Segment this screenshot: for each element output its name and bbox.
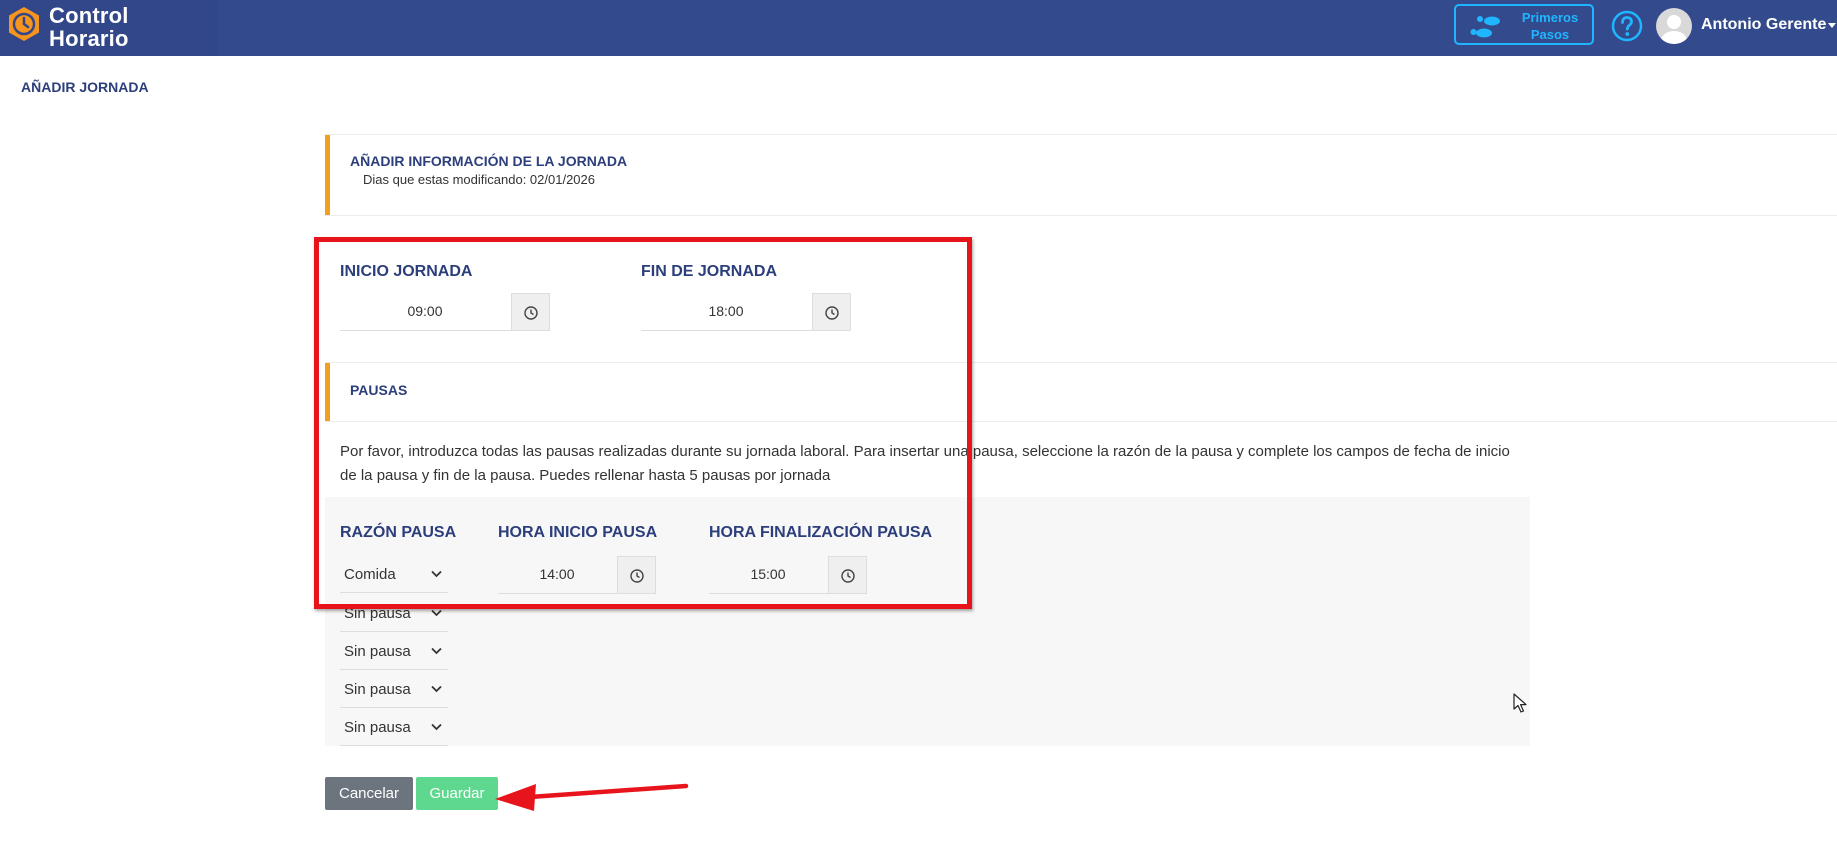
info-section-title: AÑADIR INFORMACIÓN DE LA JORNADA [350,153,628,169]
chevron-down-icon [431,647,442,655]
primeros-line-2: Pasos [1530,27,1570,42]
logo-text: Control Horario [49,4,129,50]
chevron-down-icon [431,609,442,617]
razon-pausa-value: Sin pausa [344,719,411,736]
user-avatar-icon[interactable] [1656,8,1692,44]
mouse-cursor-icon [1513,693,1527,713]
logo-line-1: Control [49,3,129,28]
chevron-down-icon [431,723,442,731]
caret-down-icon[interactable] [1828,23,1836,28]
footsteps-icon [1470,16,1500,38]
highlight-box [314,237,972,609]
razon-pausa-select-4[interactable]: Sin pausa [340,671,448,708]
primeros-pasos-label: Primeros Pasos [1510,9,1590,43]
razon-pausa-value: Sin pausa [344,681,411,698]
save-button[interactable]: Guardar [416,777,498,810]
user-name[interactable]: Antonio Gerente [1701,16,1826,34]
info-section-subtitle: Dias que estas modificando: 02/01/2026 [363,172,595,187]
logo-line-2: Horario [49,26,129,51]
razon-pausa-select-3[interactable]: Sin pausa [340,633,448,670]
question-circle-icon[interactable] [1611,10,1643,42]
page-title: AÑADIR JORNADA [21,79,149,95]
info-section: AÑADIR INFORMACIÓN DE LA JORNADA Dias qu… [325,134,1837,216]
primeros-line-1: Primeros [1521,10,1579,25]
chevron-down-icon [431,685,442,693]
clock-logo-icon [9,7,39,41]
razon-pausa-value: Sin pausa [344,643,411,660]
primeros-pasos-button[interactable]: Primeros Pasos [1454,4,1594,45]
razon-pausa-select-5[interactable]: Sin pausa [340,709,448,746]
logo[interactable]: Control Horario [0,0,218,56]
section-accent-bar [325,135,330,215]
top-navbar: Control Horario Primeros Pasos Antonio G… [0,0,1837,56]
annotation-arrow-icon [495,783,689,811]
cancel-button[interactable]: Cancelar [325,777,413,810]
